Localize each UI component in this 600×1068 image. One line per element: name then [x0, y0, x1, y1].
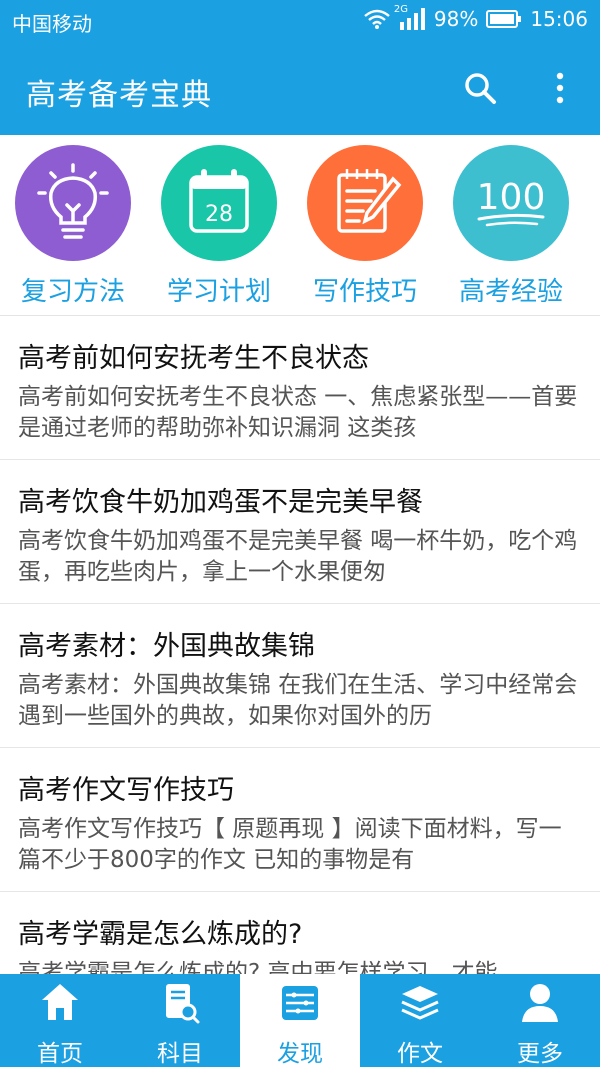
- tab-essays[interactable]: 作文: [360, 974, 480, 1067]
- category-label: 学习计划: [166, 277, 271, 307]
- home-icon: [42, 984, 78, 1020]
- signal-icon: 2G: [394, 4, 426, 30]
- article-title: 高考学霸是怎么炼成的?: [18, 919, 303, 950]
- calendar-icon: 28: [189, 169, 249, 233]
- category-icon-bg: [307, 145, 423, 261]
- article-item[interactable]: 高考前如何安抚考生不良状态 高考前如何安抚考生不良状态 一、焦虑紧张型——首要是…: [0, 316, 600, 460]
- article-item[interactable]: 高考饮食牛奶加鸡蛋不是完美早餐 高考饮食牛奶加鸡蛋不是完美早餐 喝一杯牛奶，吃个…: [0, 460, 600, 604]
- app-title: 高考备考宝典: [26, 78, 212, 113]
- book-search-icon: [166, 984, 200, 1024]
- tab-label: 科目: [157, 1041, 203, 1067]
- tab-label: 作文: [397, 1041, 443, 1067]
- lightbulb-icon: [37, 163, 109, 239]
- clock: 15:06: [530, 7, 588, 31]
- category-label: 高考经验: [458, 277, 563, 307]
- article-item[interactable]: 高考作文写作技巧 高考作文写作技巧【 原题再现 】阅读下面材料，写一篇不少于80…: [0, 748, 600, 892]
- category-study-plan[interactable]: 28 学习计划: [146, 145, 292, 310]
- article-title: 高考素材：外国典故集锦: [18, 631, 315, 662]
- essay-stack-icon: [401, 986, 439, 1020]
- network-type: 2G: [393, 4, 409, 15]
- status-bar: 中国移动 2G 98% 15:06: [0, 0, 600, 42]
- article-summary: 高考学霸是怎么炼成的? 高中要怎样学习，才能: [18, 960, 498, 974]
- tab-discover[interactable]: 发现: [240, 974, 360, 1067]
- carrier-name: 中国移动: [12, 12, 92, 36]
- category-icon-bg: [15, 145, 131, 261]
- category-label: 写作技巧: [312, 277, 417, 307]
- category-icon-bg: 100: [453, 145, 569, 261]
- article-summary: 高考饮食牛奶加鸡蛋不是完美早餐 喝一杯牛奶，吃个鸡蛋，再吃些肉片，拿上一个水果便…: [18, 528, 578, 585]
- article-title: 高考作文写作技巧: [18, 775, 234, 806]
- category-review-methods[interactable]: 复习方法: [0, 145, 146, 310]
- wifi-icon: [364, 9, 390, 29]
- article-title: 高考饮食牛奶加鸡蛋不是完美早餐: [18, 487, 423, 518]
- bottom-tab-bar: 首页 科目 发现 作文 更多: [0, 974, 600, 1067]
- person-icon: [522, 984, 558, 1022]
- tab-home[interactable]: 首页: [0, 974, 120, 1067]
- category-icon-bg: 28: [161, 145, 277, 261]
- tab-more[interactable]: 更多: [480, 974, 600, 1067]
- writing-icon: [337, 169, 402, 233]
- category-label: 复习方法: [20, 277, 125, 307]
- article-item[interactable]: 高考学霸是怎么炼成的? 高考学霸是怎么炼成的? 高中要怎样学习，才能: [0, 892, 600, 974]
- tab-label: 首页: [37, 1041, 83, 1067]
- more-vert-icon[interactable]: [546, 70, 574, 106]
- category-shortcuts: 复习方法 28 学习计划 写作技巧 100 高考经验: [0, 135, 600, 316]
- article-list: 高考前如何安抚考生不良状态 高考前如何安抚考生不良状态 一、焦虑紧张型——首要是…: [0, 316, 600, 974]
- category-exam-experience[interactable]: 100 高考经验: [438, 145, 584, 310]
- tab-label: 更多: [517, 1041, 563, 1067]
- article-summary: 高考作文写作技巧【 原题再现 】阅读下面材料，写一篇不少于800字的作文 已知的…: [18, 816, 562, 873]
- article-summary: 高考素材：外国典故集锦 在我们在生活、学习中经常会遇到一些国外的典故，如果你对国…: [18, 672, 578, 729]
- app-bar: 高考备考宝典: [0, 42, 600, 135]
- battery-icon: [486, 10, 522, 28]
- score-text: 100: [477, 177, 546, 218]
- article-title: 高考前如何安抚考生不良状态: [18, 343, 369, 374]
- category-writing-skills[interactable]: 写作技巧: [292, 145, 438, 310]
- score-100-icon: 100: [477, 177, 546, 227]
- status-icons: 2G 98% 15:06: [364, 4, 588, 31]
- article-item[interactable]: 高考素材：外国典故集锦 高考素材：外国典故集锦 在我们在生活、学习中经常会遇到一…: [0, 604, 600, 748]
- battery-percent: 98%: [433, 7, 479, 31]
- article-summary: 高考前如何安抚考生不良状态 一、焦虑紧张型——首要是通过老师的帮助弥补知识漏洞 …: [18, 384, 578, 441]
- tab-label: 发现: [277, 1041, 323, 1067]
- search-icon[interactable]: [462, 70, 498, 106]
- discover-icon: [282, 986, 318, 1020]
- calendar-day-text: 28: [205, 202, 233, 227]
- tab-subjects[interactable]: 科目: [120, 974, 240, 1067]
